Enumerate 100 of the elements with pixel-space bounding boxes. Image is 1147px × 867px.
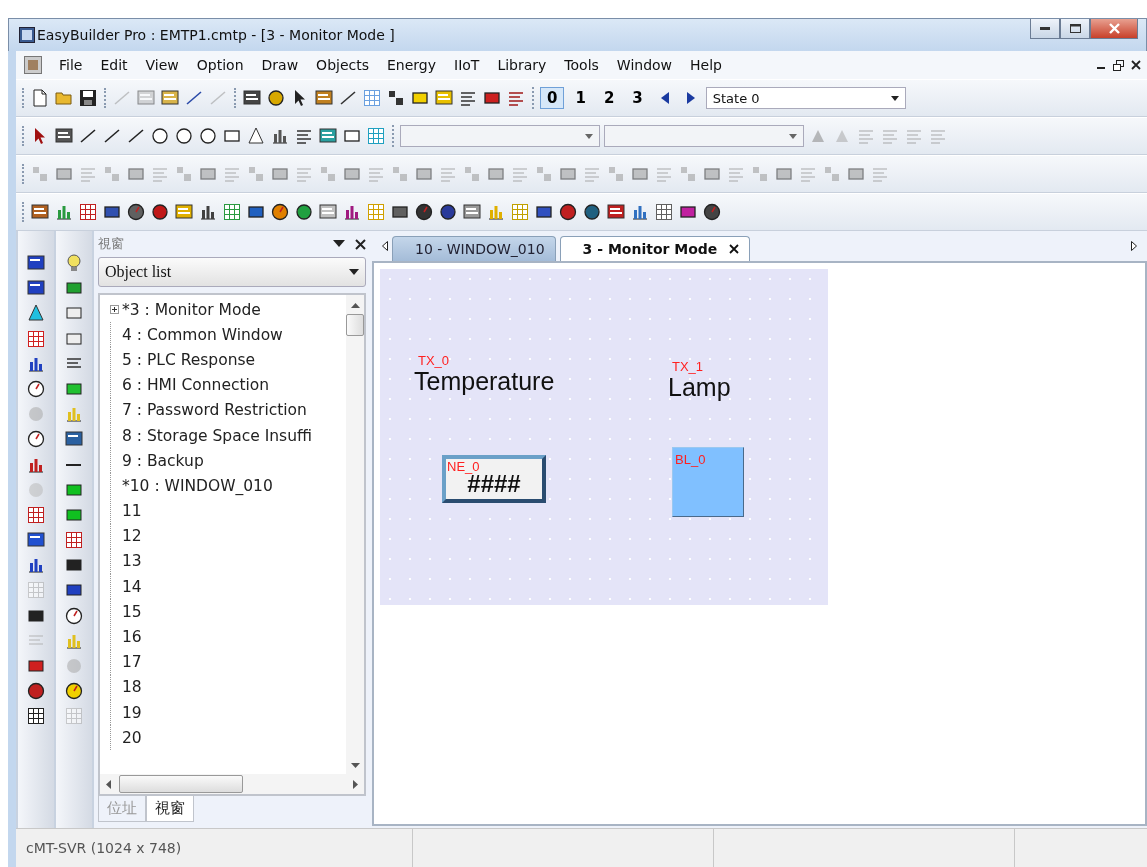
panel-icon[interactable] bbox=[30, 202, 50, 222]
menu-item[interactable]: Window bbox=[607, 57, 682, 73]
expand-icon[interactable] bbox=[110, 305, 119, 315]
tree-item[interactable]: 14 bbox=[122, 577, 142, 596]
panel-icon[interactable] bbox=[242, 88, 262, 108]
circle-icon[interactable] bbox=[294, 202, 314, 222]
line-icon[interactable] bbox=[338, 88, 358, 108]
tree-item[interactable]: 18 bbox=[122, 678, 142, 697]
scroll-thumb[interactable] bbox=[119, 775, 243, 793]
scroll-left-icon[interactable] bbox=[382, 241, 388, 251]
menu-item[interactable]: IIoT bbox=[445, 57, 489, 73]
grid-icon[interactable] bbox=[26, 504, 46, 525]
menu-item[interactable]: Tools bbox=[555, 57, 608, 73]
tree-item[interactable]: 7 : Password Restriction bbox=[122, 401, 307, 420]
grid-icon[interactable] bbox=[654, 202, 674, 222]
panel-icon[interactable] bbox=[26, 253, 46, 273]
text-object[interactable]: Temperature bbox=[414, 367, 555, 396]
menu-item[interactable]: Energy bbox=[378, 57, 445, 73]
menu-item[interactable]: Draw bbox=[252, 57, 308, 73]
grid-icon[interactable] bbox=[64, 530, 84, 551]
tree-item[interactable]: 20 bbox=[122, 728, 142, 747]
close-icon[interactable] bbox=[729, 244, 740, 254]
circle-icon[interactable] bbox=[174, 126, 194, 146]
tree-item[interactable]: 5 : PLC Response bbox=[122, 350, 256, 369]
circle-icon[interactable] bbox=[150, 202, 170, 222]
view-dropdown[interactable]: Object list bbox=[98, 257, 366, 287]
gauge-icon[interactable] bbox=[270, 202, 290, 222]
next-icon[interactable] bbox=[684, 91, 697, 105]
align-icon[interactable] bbox=[386, 88, 406, 108]
dropdown-icon[interactable] bbox=[333, 240, 345, 248]
panel-icon[interactable] bbox=[174, 202, 194, 222]
grid-icon[interactable] bbox=[78, 202, 98, 222]
panel-icon[interactable] bbox=[462, 202, 482, 222]
scroll-down-icon[interactable] bbox=[350, 763, 360, 768]
tree-item[interactable]: 9 : Backup bbox=[122, 451, 204, 470]
vertical-scrollbar[interactable] bbox=[346, 295, 364, 774]
scroll-left-icon[interactable] bbox=[106, 779, 111, 789]
state-dropdown[interactable]: State 0 bbox=[705, 87, 906, 109]
menu-item[interactable]: Library bbox=[488, 57, 556, 73]
horizontal-scrollbar[interactable] bbox=[100, 774, 364, 794]
circle-icon[interactable] bbox=[582, 202, 602, 222]
tree-item[interactable]: *3 : Monitor Mode bbox=[122, 300, 261, 319]
bulb-icon[interactable] bbox=[64, 253, 84, 273]
gauge-icon[interactable] bbox=[414, 202, 434, 222]
line-icon[interactable] bbox=[78, 126, 98, 146]
menu-item[interactable]: File bbox=[50, 57, 92, 73]
gauge-icon[interactable] bbox=[26, 681, 46, 702]
restore-icon[interactable] bbox=[1113, 59, 1124, 71]
triangle-icon[interactable] bbox=[246, 126, 266, 146]
panel-tab[interactable]: 視窗 bbox=[146, 796, 194, 822]
tree-item[interactable]: 16 bbox=[122, 628, 142, 647]
menu-item[interactable]: Help bbox=[681, 57, 731, 73]
panel-icon[interactable] bbox=[606, 202, 626, 222]
triangle-icon[interactable] bbox=[26, 303, 46, 324]
tree-item[interactable]: 6 : HMI Connection bbox=[122, 376, 270, 395]
document-tab[interactable]: 3 - Monitor Mode bbox=[559, 236, 751, 261]
tree-item[interactable]: 12 bbox=[122, 527, 142, 546]
close-icon[interactable] bbox=[355, 238, 366, 250]
state-button[interactable]: 2 bbox=[596, 87, 622, 109]
menu-item[interactable]: Objects bbox=[307, 57, 378, 73]
state-button[interactable]: 3 bbox=[625, 87, 650, 109]
close-icon[interactable] bbox=[1131, 60, 1141, 70]
gauge-icon[interactable] bbox=[26, 429, 46, 450]
tree-item[interactable]: 17 bbox=[122, 653, 142, 672]
tree-item[interactable]: *10 : WINDOW_010 bbox=[122, 476, 273, 495]
gauge-icon[interactable] bbox=[558, 202, 578, 222]
minimize-button[interactable] bbox=[1030, 19, 1060, 39]
panel-icon[interactable] bbox=[318, 126, 338, 146]
maximize-button[interactable] bbox=[1060, 19, 1090, 39]
menu-item[interactable]: View bbox=[136, 57, 188, 73]
gauge-icon[interactable] bbox=[26, 378, 46, 399]
tree-item[interactable]: 8 : Storage Space Insuffi bbox=[122, 426, 312, 445]
document-icon[interactable] bbox=[30, 88, 50, 108]
state-button[interactable]: 1 bbox=[568, 87, 593, 109]
gauge-icon[interactable] bbox=[64, 605, 84, 626]
grid-icon[interactable] bbox=[26, 706, 46, 727]
panel-icon[interactable] bbox=[54, 126, 74, 146]
scroll-up-icon[interactable] bbox=[350, 303, 360, 308]
circle-icon[interactable] bbox=[266, 88, 286, 108]
circle-icon[interactable] bbox=[150, 126, 170, 146]
line-icon[interactable] bbox=[126, 126, 146, 146]
gauge-icon[interactable] bbox=[64, 681, 84, 702]
scroll-right-icon[interactable] bbox=[1131, 241, 1137, 251]
scroll-right-icon[interactable] bbox=[353, 779, 358, 789]
state-button[interactable]: 0 bbox=[540, 87, 565, 109]
circle-icon[interactable] bbox=[438, 202, 458, 222]
scroll-thumb[interactable] bbox=[346, 314, 364, 336]
tree-item[interactable]: 4 : Common Window bbox=[122, 325, 283, 344]
panel-icon[interactable] bbox=[314, 88, 334, 108]
close-button[interactable] bbox=[1090, 19, 1138, 39]
tree-item[interactable]: 13 bbox=[122, 552, 142, 571]
gauge-icon[interactable] bbox=[126, 202, 146, 222]
tree-item[interactable]: 19 bbox=[122, 703, 142, 722]
circle-icon[interactable] bbox=[198, 126, 218, 146]
menu-item[interactable]: Option bbox=[187, 57, 253, 73]
text-object[interactable]: Lamp bbox=[668, 373, 731, 402]
menu-item[interactable]: Edit bbox=[91, 57, 137, 73]
line-icon[interactable] bbox=[184, 88, 204, 108]
document-tab[interactable]: 10 - WINDOW_010 bbox=[392, 236, 556, 261]
gauge-icon[interactable] bbox=[702, 202, 722, 222]
